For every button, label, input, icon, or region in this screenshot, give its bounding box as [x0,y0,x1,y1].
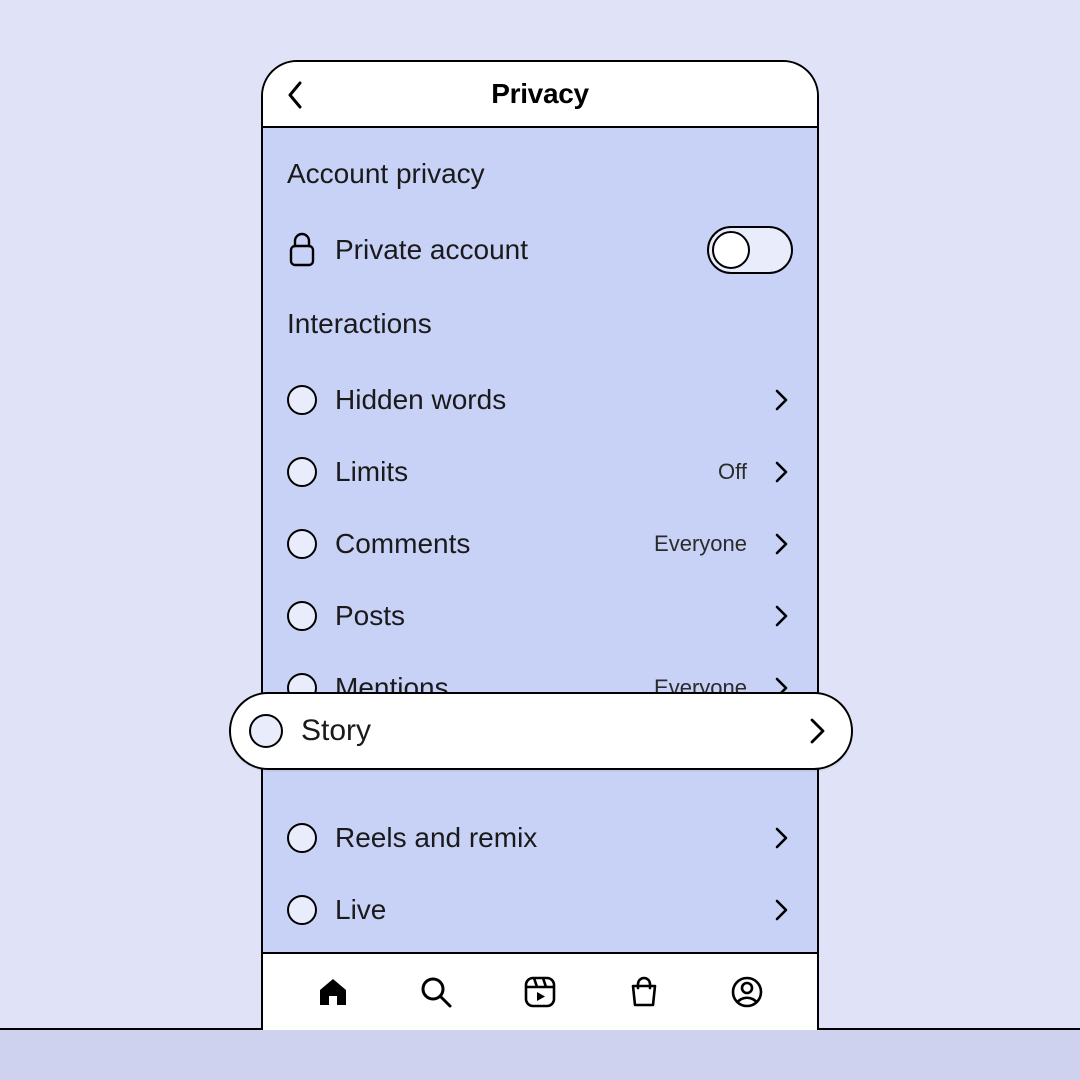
row-label: Hidden words [335,384,729,416]
shop-icon [627,975,661,1009]
circle-icon [287,601,317,631]
nav-home[interactable] [311,970,355,1014]
search-icon [419,975,453,1009]
row-reels-and-remix[interactable]: Reels and remix [287,802,793,874]
row-label: Posts [335,600,729,632]
row-label: Limits [335,456,700,488]
circle-icon [287,529,317,559]
ground-surface [0,1028,1080,1080]
circle-icon [287,385,317,415]
settings-content: Account privacy Private account Interact… [263,128,817,946]
chevron-left-icon [286,81,304,109]
row-posts[interactable]: Posts [287,580,793,652]
row-label: Reels and remix [335,822,729,854]
row-limits[interactable]: Limits Off [287,436,793,508]
row-story[interactable]: Story [229,692,853,770]
chevron-right-icon [771,899,793,921]
chevron-right-icon [771,389,793,411]
circle-icon [287,457,317,487]
nav-reels[interactable] [518,970,562,1014]
row-label: Story [301,714,789,748]
row-value: Everyone [654,531,747,557]
row-hidden-words[interactable]: Hidden words [287,364,793,436]
home-icon [316,975,350,1009]
circle-icon [287,823,317,853]
row-comments[interactable]: Comments Everyone [287,508,793,580]
reels-icon [523,975,557,1009]
row-value: Off [718,459,747,485]
section-title-interactions: Interactions [287,308,793,340]
chevron-right-icon [771,827,793,849]
nav-search[interactable] [414,970,458,1014]
bottom-navigation [263,952,817,1030]
nav-shop[interactable] [622,970,666,1014]
chevron-right-icon [771,533,793,555]
lock-icon [287,232,317,268]
chevron-right-icon [807,720,829,742]
private-account-label: Private account [335,234,689,266]
back-button[interactable] [283,80,307,110]
row-live[interactable]: Live [287,874,793,946]
row-label: Live [335,894,729,926]
section-title-account-privacy: Account privacy [287,158,793,190]
row-label: Comments [335,528,636,560]
phone-frame: Privacy Account privacy Private account … [261,60,819,1030]
screen-header: Privacy [263,62,817,128]
row-private-account[interactable]: Private account [287,214,793,286]
page-title: Privacy [263,78,817,110]
circle-icon [287,895,317,925]
toggle-knob [712,231,750,269]
profile-icon [730,975,764,1009]
private-account-toggle[interactable] [707,226,793,274]
circle-icon [249,714,283,748]
chevron-right-icon [771,461,793,483]
nav-profile[interactable] [725,970,769,1014]
chevron-right-icon [771,605,793,627]
